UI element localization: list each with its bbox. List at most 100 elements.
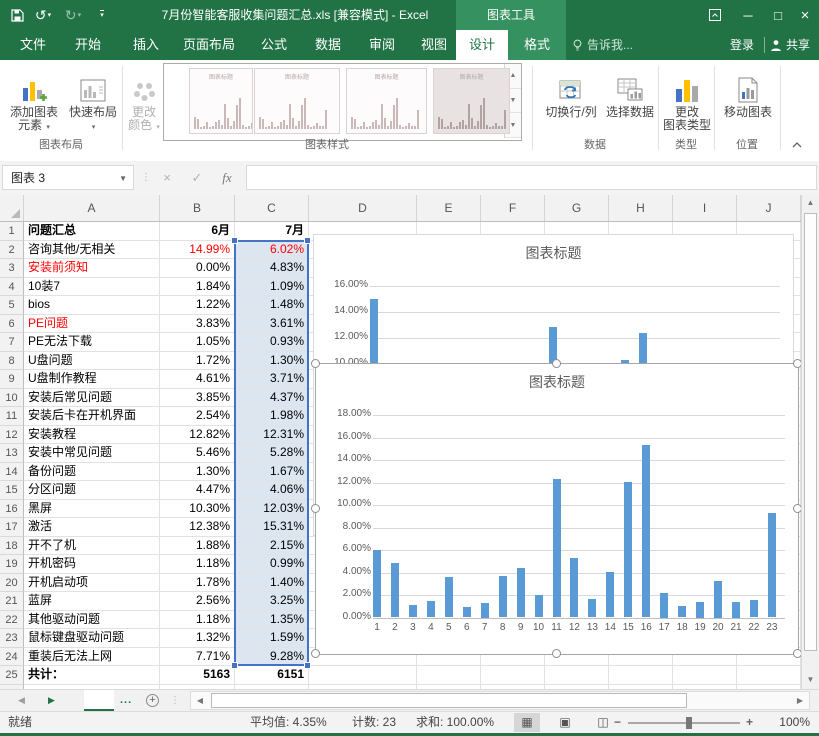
- cell-C22[interactable]: 1.35%: [235, 611, 309, 630]
- cell-A20[interactable]: 开机启动项: [24, 574, 160, 593]
- previous-sheet-button[interactable]: ◀: [18, 690, 25, 711]
- tab-审阅[interactable]: 审阅: [360, 30, 404, 60]
- cell-B20[interactable]: 1.78%: [160, 574, 235, 593]
- cell-C18[interactable]: 2.15%: [235, 537, 309, 556]
- cell-C15[interactable]: 4.06%: [235, 481, 309, 500]
- cell-A18[interactable]: 开不了机: [24, 537, 160, 556]
- row-header-19[interactable]: 19: [0, 555, 24, 574]
- sign-in-button[interactable]: 登录: [730, 30, 754, 60]
- undo-button[interactable]: ↺▾: [30, 0, 56, 30]
- cell-A22[interactable]: 其他驱动问题: [24, 611, 160, 630]
- selection-handle[interactable]: [793, 504, 801, 513]
- select-all-corner[interactable]: [0, 195, 24, 221]
- row-header-11[interactable]: 11: [0, 407, 24, 426]
- row-header-13[interactable]: 13: [0, 444, 24, 463]
- column-header-D[interactable]: D: [309, 195, 417, 221]
- cell-C16[interactable]: 12.03%: [235, 500, 309, 519]
- cell-B13[interactable]: 5.46%: [160, 444, 235, 463]
- cell-E25[interactable]: [417, 666, 481, 685]
- cell-A5[interactable]: bios: [24, 296, 160, 315]
- column-header-I[interactable]: I: [673, 195, 737, 221]
- cell-B6[interactable]: 3.83%: [160, 315, 235, 334]
- change-chart-type-button[interactable]: 更改 图表类型: [662, 64, 712, 132]
- column-header-B[interactable]: B: [160, 195, 235, 221]
- column-header-H[interactable]: H: [609, 195, 673, 221]
- cell-A8[interactable]: U盘问题: [24, 352, 160, 371]
- scroll-left-icon[interactable]: ◀: [192, 692, 208, 709]
- row-header-10[interactable]: 10: [0, 389, 24, 408]
- cell-C11[interactable]: 1.98%: [235, 407, 309, 426]
- formula-input[interactable]: [246, 165, 817, 190]
- cell-A6[interactable]: PE问题: [24, 315, 160, 334]
- tab-文件[interactable]: 文件: [10, 30, 56, 60]
- cell-C2[interactable]: 6.02%: [235, 241, 309, 260]
- cell-J25[interactable]: [737, 666, 801, 685]
- zoom-level[interactable]: 100%: [766, 712, 810, 733]
- page-layout-view-button[interactable]: ▣: [552, 713, 578, 732]
- selection-handle[interactable]: [552, 359, 561, 368]
- add-chart-element-button[interactable]: 添加图表 元素 ▾: [4, 64, 64, 134]
- cell-A2[interactable]: 咨询其他/无相关: [24, 241, 160, 260]
- scroll-down-icon[interactable]: ▼: [802, 672, 819, 688]
- row-header-6[interactable]: 6: [0, 315, 24, 334]
- cell-A4[interactable]: 10装7: [24, 278, 160, 297]
- ribbon-display-options-button[interactable]: [700, 0, 730, 30]
- cell-C3[interactable]: 4.83%: [235, 259, 309, 278]
- cell-B8[interactable]: 1.72%: [160, 352, 235, 371]
- formula-bar-handle[interactable]: ⋮: [141, 165, 151, 190]
- cell-C12[interactable]: 12.31%: [235, 426, 309, 445]
- chart-style-thumbnail[interactable]: 图表标题: [346, 68, 427, 134]
- cell-B1[interactable]: 6月: [160, 222, 235, 241]
- cell-C10[interactable]: 4.37%: [235, 389, 309, 408]
- cell-A15[interactable]: 分区问题: [24, 481, 160, 500]
- cell-B23[interactable]: 1.32%: [160, 629, 235, 648]
- customize-quick-access-button[interactable]: ▾: [92, 0, 112, 30]
- cell-I25[interactable]: [673, 666, 737, 685]
- column-header-F[interactable]: F: [481, 195, 545, 221]
- row-header-15[interactable]: 15: [0, 481, 24, 500]
- change-colors-button[interactable]: 更改 颜色 ▾: [126, 64, 162, 134]
- cell-A3[interactable]: 安装前须知: [24, 259, 160, 278]
- cell-B14[interactable]: 1.30%: [160, 463, 235, 482]
- tab-开始[interactable]: 开始: [66, 30, 110, 60]
- row-header-1[interactable]: 1: [0, 222, 24, 241]
- cell-C13[interactable]: 5.28%: [235, 444, 309, 463]
- row-header-14[interactable]: 14: [0, 463, 24, 482]
- active-sheet-tab[interactable]: [84, 690, 114, 711]
- move-chart-button[interactable]: 移动图表: [718, 64, 778, 119]
- cell-B18[interactable]: 1.88%: [160, 537, 235, 556]
- row-header-7[interactable]: 7: [0, 333, 24, 352]
- cell-C21[interactable]: 3.25%: [235, 592, 309, 611]
- chart-style-thumbnail[interactable]: 图表标题: [433, 68, 510, 134]
- chart-style-thumbnail[interactable]: 图表标题: [189, 68, 253, 134]
- cell-B12[interactable]: 12.82%: [160, 426, 235, 445]
- range-handle[interactable]: [231, 237, 238, 244]
- tab-格式[interactable]: 格式: [514, 30, 560, 60]
- row-header-17[interactable]: 17: [0, 518, 24, 537]
- row-header-25[interactable]: 25: [0, 666, 24, 685]
- enter-button[interactable]: ✓: [184, 165, 210, 190]
- cell-B15[interactable]: 4.47%: [160, 481, 235, 500]
- cell-A23[interactable]: 鼠标键盘驱动问题: [24, 629, 160, 648]
- cell-B2[interactable]: 14.99%: [160, 241, 235, 260]
- range-handle[interactable]: [304, 237, 311, 244]
- row-header-22[interactable]: 22: [0, 611, 24, 630]
- chart-style-thumbnail[interactable]: 图表标题: [254, 68, 340, 134]
- cell-B9[interactable]: 4.61%: [160, 370, 235, 389]
- name-box[interactable]: 图表 3 ▼: [2, 165, 134, 190]
- quick-layout-button[interactable]: 快速布局 ▾: [66, 64, 120, 134]
- cell-C24[interactable]: 9.28%: [235, 648, 309, 667]
- close-button[interactable]: ×: [791, 0, 819, 30]
- chart-styles-gallery[interactable]: ▲ ▼ ▼ 图表标题图表标题图表标题图表标题: [163, 63, 522, 141]
- cell-C19[interactable]: 0.99%: [235, 555, 309, 574]
- row-header-2[interactable]: 2: [0, 241, 24, 260]
- row-header-3[interactable]: 3: [0, 259, 24, 278]
- cell-C17[interactable]: 15.31%: [235, 518, 309, 537]
- cell-C9[interactable]: 3.71%: [235, 370, 309, 389]
- cell-A17[interactable]: 激活: [24, 518, 160, 537]
- cell-B7[interactable]: 1.05%: [160, 333, 235, 352]
- range-handle[interactable]: [231, 662, 238, 669]
- collapse-ribbon-button[interactable]: [788, 138, 806, 152]
- minimize-button[interactable]: ─: [733, 0, 763, 30]
- cell-B5[interactable]: 1.22%: [160, 296, 235, 315]
